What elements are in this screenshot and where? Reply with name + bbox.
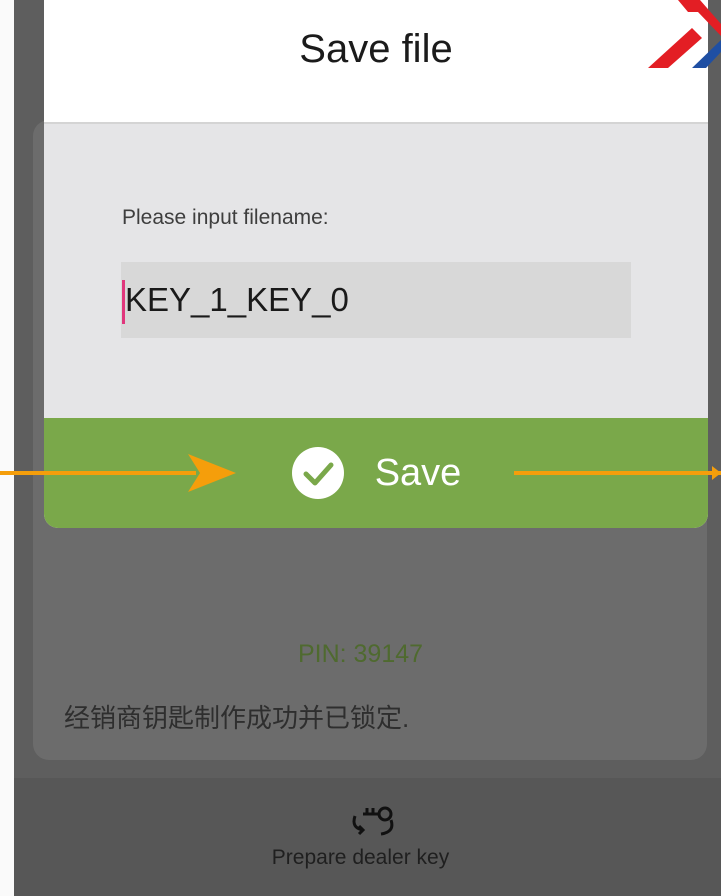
check-circle-icon: [291, 447, 344, 499]
save-button-label: Save: [374, 451, 462, 494]
left-edge-strip: [0, 0, 14, 896]
annotation-line-icon: [514, 466, 721, 480]
dialog-title: Save file: [299, 26, 453, 71]
brand-logo-icon: [648, 0, 721, 68]
prepare-dealer-key-label: Prepare dealer key: [271, 846, 450, 869]
key-refresh-icon[interactable]: [345, 800, 401, 840]
dialog-header: Save file: [44, 0, 708, 124]
filename-input[interactable]: [121, 262, 631, 338]
status-message: 经销商钥匙制作成功并已锁定.: [64, 703, 410, 733]
text-caret: [122, 280, 125, 324]
annotation-arrow-right-icon: [0, 454, 236, 492]
save-file-dialog: Save file Please input filename: Save: [44, 0, 708, 528]
pin-text: PIN: 39147: [297, 640, 424, 668]
filename-label: Please input filename:: [122, 206, 329, 229]
